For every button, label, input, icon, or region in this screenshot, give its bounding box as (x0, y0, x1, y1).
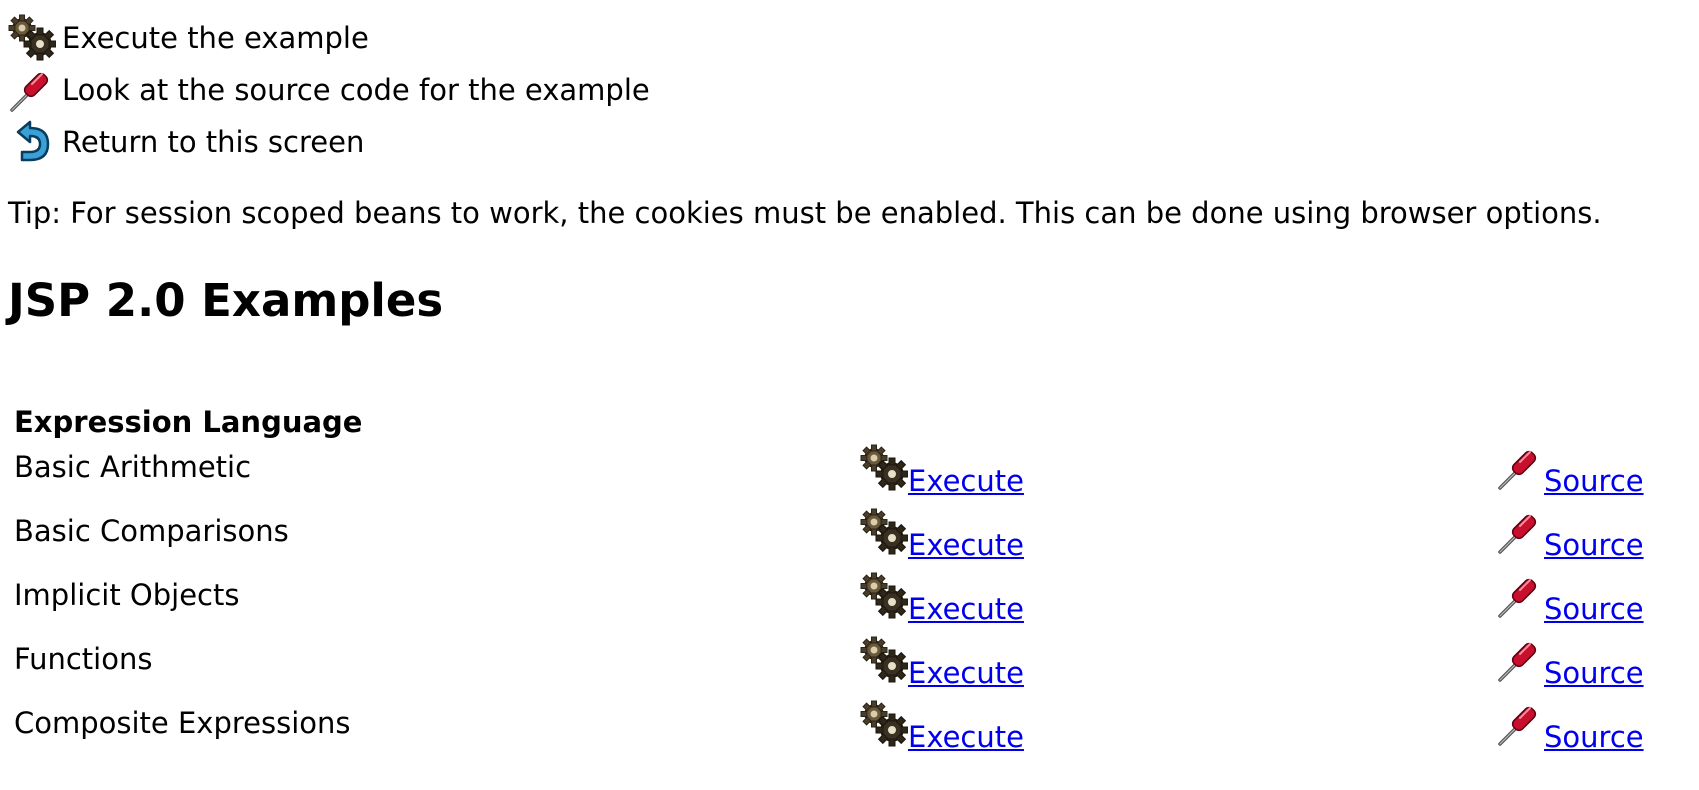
icon-legend: Execute the example Look at the source c… (8, 12, 650, 168)
legend-label-source: Look at the source code for the example (62, 73, 650, 107)
source-cell: Source (1496, 508, 1644, 562)
execute-cell: Execute (860, 444, 1024, 498)
legend-label-execute: Execute the example (62, 21, 369, 55)
example-row-basic-arithmetic: Basic Arithmetic Execute Source (14, 444, 1674, 508)
execute-icon[interactable] (860, 508, 908, 556)
execute-icon[interactable] (860, 700, 908, 748)
example-name: Basic Comparisons (14, 514, 289, 548)
source-link[interactable]: Source (1544, 656, 1644, 690)
source-icon[interactable] (1496, 508, 1544, 556)
execute-icon (8, 14, 56, 61)
execute-link[interactable]: Execute (908, 720, 1024, 754)
execute-cell: Execute (860, 508, 1024, 562)
execute-icon[interactable] (860, 444, 908, 492)
legend-label-return: Return to this screen (62, 125, 365, 159)
source-link[interactable]: Source (1544, 592, 1644, 626)
return-icon (16, 120, 50, 162)
example-row-composite-expressions: Composite Expressions Execute Source (14, 700, 1674, 764)
execute-cell: Execute (860, 572, 1024, 626)
source-link[interactable]: Source (1544, 720, 1644, 754)
source-cell: Source (1496, 700, 1644, 754)
examples-table: Expression Language Basic Arithmetic Exe… (14, 400, 1674, 764)
execute-link[interactable]: Execute (908, 656, 1024, 690)
execute-icon[interactable] (860, 636, 908, 684)
legend-item-execute: Execute the example (8, 12, 650, 64)
example-name: Implicit Objects (14, 578, 240, 612)
example-name: Composite Expressions (14, 706, 351, 740)
example-row-basic-comparisons: Basic Comparisons Execute Source (14, 508, 1674, 572)
legend-item-return: Return to this screen (8, 116, 650, 168)
tip-text: Tip: For session scoped beans to work, t… (8, 196, 1602, 230)
section-heading: Expression Language (14, 405, 363, 439)
source-icon (10, 69, 52, 112)
execute-icon[interactable] (860, 572, 908, 620)
example-name: Basic Arithmetic (14, 450, 252, 484)
execute-cell: Execute (860, 700, 1024, 754)
page-title: JSP 2.0 Examples (8, 274, 444, 327)
source-icon[interactable] (1496, 700, 1544, 748)
source-icon[interactable] (1496, 636, 1544, 684)
execute-link[interactable]: Execute (908, 464, 1024, 498)
execute-cell: Execute (860, 636, 1024, 690)
source-cell: Source (1496, 572, 1644, 626)
example-name: Functions (14, 642, 153, 676)
source-link[interactable]: Source (1544, 464, 1644, 498)
source-cell: Source (1496, 636, 1644, 690)
example-row-functions: Functions Execute Source (14, 636, 1674, 700)
example-row-implicit-objects: Implicit Objects Execute Source (14, 572, 1674, 636)
source-icon[interactable] (1496, 444, 1544, 492)
source-link[interactable]: Source (1544, 528, 1644, 562)
source-cell: Source (1496, 444, 1644, 498)
source-icon[interactable] (1496, 572, 1544, 620)
execute-link[interactable]: Execute (908, 528, 1024, 562)
legend-item-source: Look at the source code for the example (8, 64, 650, 116)
execute-link[interactable]: Execute (908, 592, 1024, 626)
